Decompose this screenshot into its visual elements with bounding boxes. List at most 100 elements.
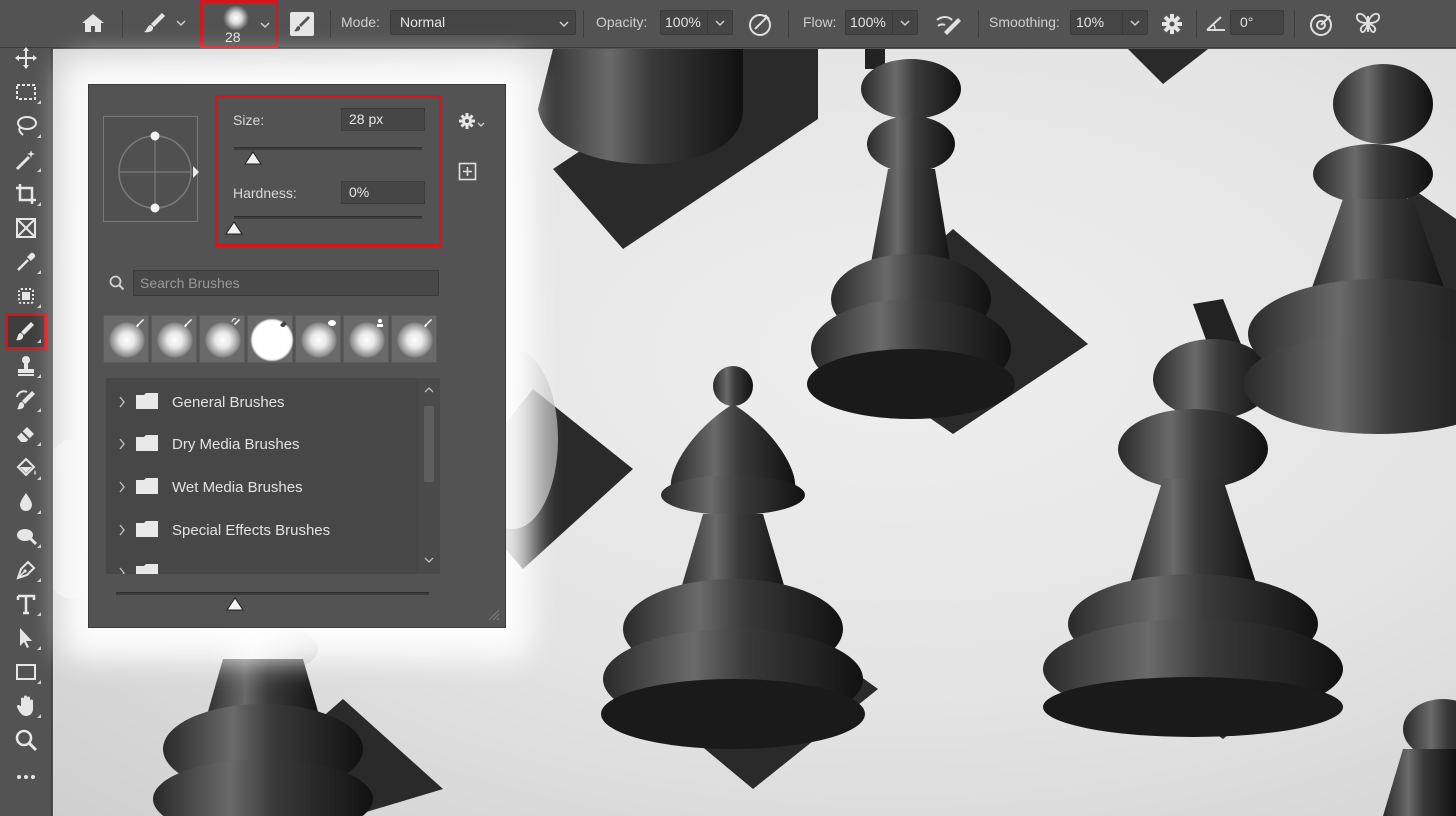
move-tool[interactable] [8,41,44,74]
lasso-tool[interactable] [8,109,44,142]
lasso-icon [17,115,37,136]
recent-brush-7[interactable] [391,315,437,363]
paint-bucket-tool[interactable] [8,451,44,484]
search-icon [109,275,125,291]
hardness-slider-track[interactable] [234,216,422,219]
folder-list-scrollbar[interactable] [418,378,440,574]
recent-brush-5[interactable] [295,315,341,363]
folder-partial-next[interactable] [106,553,416,574]
folder-label: General Brushes [172,394,285,411]
pen-tool[interactable] [8,553,44,586]
folder-general-brushes[interactable]: General Brushes [106,382,416,424]
flow-field[interactable]: 100% [845,10,893,35]
type-icon [16,594,36,614]
flow-value: 100% [850,14,886,30]
zoom-tool[interactable] [8,723,44,756]
smoothing-field[interactable]: 10% [1070,10,1124,35]
hardness-field[interactable]: 0% [341,181,425,204]
smoothing-dropdown[interactable] [1122,10,1148,35]
type-tool[interactable] [8,587,44,620]
chevron-down-icon [176,20,186,27]
eraser-tool[interactable] [8,417,44,450]
smoothing-options-button[interactable] [1158,10,1186,38]
search-brushes-input[interactable]: Search Brushes [133,270,439,296]
chevron-down-icon [900,19,910,26]
folder-special-effects-brushes[interactable]: Special Effects Brushes [106,510,416,552]
eyedropper-tool[interactable] [8,245,44,278]
size-field[interactable]: 28 px [341,108,425,131]
chevron-right-icon [119,438,125,450]
size-label: Size: [233,112,265,128]
pressure-size-button[interactable] [1306,10,1336,38]
pawn-piece-top-left [538,49,743,164]
brush-icon [144,13,165,33]
path-selection-tool[interactable] [8,621,44,654]
zoom-icon [15,729,38,751]
pressure-size-icon [1310,14,1332,36]
eraser-icon [280,321,287,327]
brush-icon [184,319,192,327]
home-button[interactable] [78,10,108,36]
opacity-field[interactable]: 100% [660,10,708,35]
brush-tip-thumbnail [223,5,249,31]
rectangular-marquee-tool[interactable] [8,75,44,108]
mode-select[interactable]: Normal [390,10,576,35]
recent-brush-6[interactable] [343,315,389,363]
move-icon [15,46,37,69]
tool-preset-picker[interactable] [136,8,192,38]
recent-brush-3[interactable] [199,315,245,363]
brush-icon [424,319,432,327]
brush-angle-value: 0° [1240,14,1254,30]
airbrush-button[interactable] [932,10,966,38]
recent-brush-1[interactable] [103,315,149,363]
chevron-right-icon [119,396,125,408]
hand-tool[interactable] [8,689,44,722]
recent-brush-2[interactable] [151,315,197,363]
brush-tip-preview[interactable] [103,116,199,222]
rectangle-tool[interactable] [8,655,44,688]
bandage-icon [18,287,34,304]
preview-size-slider-track[interactable] [116,592,429,595]
chevron-right-icon [119,524,125,536]
more-tools-button[interactable] [8,760,44,793]
spot-healing-brush-tool[interactable] [8,279,44,312]
toggle-brush-settings-button[interactable] [288,10,316,38]
smoothing-label: Smoothing: [989,14,1060,30]
scrollbar-thumb[interactable] [424,406,434,482]
frame-tool[interactable] [8,211,44,244]
smoothing-value: 10% [1076,14,1105,30]
brush-angle-field[interactable]: 0° [1230,10,1284,35]
magic-wand-tool[interactable] [8,143,44,176]
recent-brush-4[interactable] [247,315,294,363]
size-slider-thumb[interactable] [243,151,262,165]
blur-tool[interactable] [8,485,44,518]
resize-grip-icon[interactable] [486,607,500,621]
symmetry-button[interactable] [1352,8,1384,38]
crop-tool[interactable] [8,177,44,210]
clone-stamp-tool[interactable] [8,349,44,382]
eraser-icon [17,426,34,442]
hardness-slider-thumb[interactable] [225,221,243,235]
tools-panel [0,46,52,816]
dodge-tool[interactable] [8,519,44,552]
hand-icon [16,695,33,716]
dodge-icon [17,528,38,545]
home-icon [82,14,104,32]
panel-settings-button[interactable] [457,111,485,133]
folder-dry-media-brushes[interactable]: Dry Media Brushes [106,424,416,466]
folder-icon [136,478,158,494]
size-slider-track[interactable] [234,147,422,150]
new-preset-button[interactable] [458,162,478,182]
brush-preset-picker[interactable]: 28 [200,0,278,48]
opacity-label: Opacity: [596,14,648,30]
folder-icon [136,393,158,409]
opacity-dropdown[interactable] [707,10,733,35]
pressure-opacity-button[interactable] [745,10,775,38]
brush-tool[interactable] [5,313,47,350]
folder-label: Wet Media Brushes [172,479,303,496]
flow-dropdown[interactable] [892,10,918,35]
history-brush-tool[interactable] [8,383,44,416]
recent-brushes-row [103,315,440,363]
folder-wet-media-brushes[interactable]: Wet Media Brushes [106,467,416,509]
preview-size-slider-thumb[interactable] [226,597,244,611]
